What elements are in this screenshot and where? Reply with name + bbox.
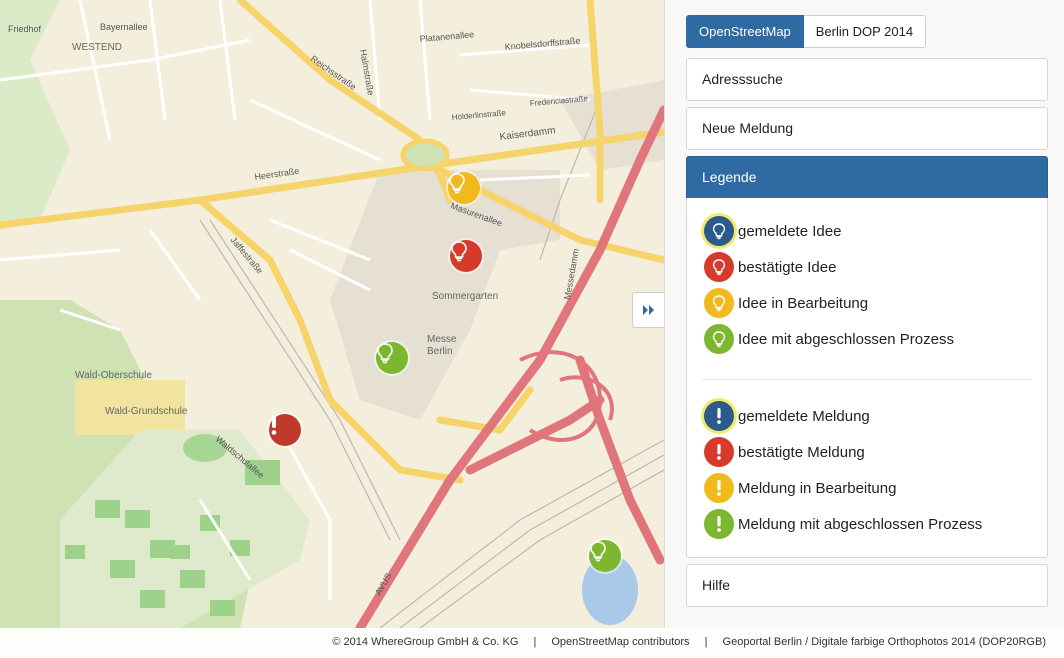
legend-panel: gemeldete Idee bestätigte Idee Idee in B… (686, 198, 1048, 558)
tab-berlin-dop-2014[interactable]: Berlin DOP 2014 (803, 15, 927, 48)
attribution-footer: © 2014 WhereGroup GmbH & Co. KG | OpenSt… (0, 628, 1064, 658)
lightbulb-icon (377, 343, 393, 364)
exclamation-icon (704, 401, 734, 431)
map-label-wald-grundschule: Wald-Grundschule (105, 406, 188, 417)
legend-label: gemeldete Idee (738, 222, 842, 240)
double-chevron-right-icon (643, 305, 654, 315)
legend-label: bestätigte Meldung (738, 443, 865, 461)
legend-label: Idee in Bearbeitung (738, 294, 869, 312)
lightbulb-icon (704, 252, 734, 282)
exclamation-icon (704, 437, 734, 467)
map-label-wald-oberschule: Wald-Oberschule (75, 370, 152, 381)
panel-toggle-button[interactable] (632, 292, 665, 328)
legend-item: bestätigte Idee (704, 250, 836, 284)
map-marker-idea-completed-2[interactable] (589, 540, 621, 572)
lightbulb-icon (451, 241, 467, 262)
legend-label: gemeldete Meldung (738, 407, 870, 425)
accordion-new-report[interactable]: Neue Meldung (686, 107, 1048, 150)
legend-label: Meldung mit abgeschlossen Prozess (738, 515, 983, 533)
lightbulb-icon (704, 288, 734, 318)
map-marker-idea-completed[interactable] (376, 342, 408, 374)
map-marker-idea-confirmed[interactable] (450, 240, 482, 272)
map-label-berlin: Berlin (427, 346, 453, 357)
exclamation-icon (704, 473, 734, 503)
osm-attribution-link[interactable]: OpenStreetMap contributors (551, 636, 689, 648)
tab-openstreetmap[interactable]: OpenStreetMap (686, 15, 804, 48)
accordion-legend[interactable]: Legende (686, 156, 1048, 199)
legend-item: Idee mit abgeschlossen Prozess (704, 322, 954, 356)
legend-divider (702, 379, 1032, 380)
copyright-text: © 2014 WhereGroup GmbH & Co. KG (332, 636, 519, 648)
legend-item: Meldung in Bearbeitung (704, 471, 896, 505)
map-canvas: Friedhof WESTEND Bayernallee Heerstraße … (0, 0, 664, 628)
legend-item: gemeldete Idee (704, 214, 841, 248)
exclamation-icon (271, 415, 277, 435)
map-label-bayernallee: Bayernallee (100, 22, 148, 32)
legend-item: Meldung mit abgeschlossen Prozess (704, 507, 982, 541)
lightbulb-icon (590, 541, 606, 562)
lightbulb-icon (704, 324, 734, 354)
lightbulb-icon (704, 216, 734, 246)
base-layer-tabs: OpenStreetMap Berlin DOP 2014 (686, 15, 927, 48)
map-view[interactable]: Friedhof WESTEND Bayernallee Heerstraße … (0, 0, 664, 628)
exclamation-icon (704, 509, 734, 539)
legend-item: Idee in Bearbeitung (704, 286, 868, 320)
map-label-friedhof: Friedhof (8, 24, 42, 34)
map-label-westend: WESTEND (72, 42, 122, 53)
legend-label: bestätigte Idee (738, 258, 837, 276)
accordion-help[interactable]: Hilfe (686, 564, 1048, 607)
map-marker-report-confirmed[interactable] (269, 414, 301, 446)
side-panel: OpenStreetMap Berlin DOP 2014 Adresssuch… (664, 0, 1064, 628)
legend-label: Meldung in Bearbeitung (738, 479, 897, 497)
map-marker-idea-in-progress[interactable] (448, 172, 480, 204)
legend-item: gemeldete Meldung (704, 399, 870, 433)
accordion-address-search[interactable]: Adresssuche (686, 58, 1048, 101)
geoportal-attribution-link[interactable]: Geoportal Berlin / Digitale farbige Orth… (723, 636, 1046, 648)
legend-item: bestätigte Meldung (704, 435, 865, 469)
lightbulb-icon (449, 173, 465, 194)
map-label-messe: Messe (427, 334, 457, 345)
legend-label: Idee mit abgeschlossen Prozess (738, 330, 954, 348)
map-label-sommergarten: Sommergarten (432, 291, 498, 302)
